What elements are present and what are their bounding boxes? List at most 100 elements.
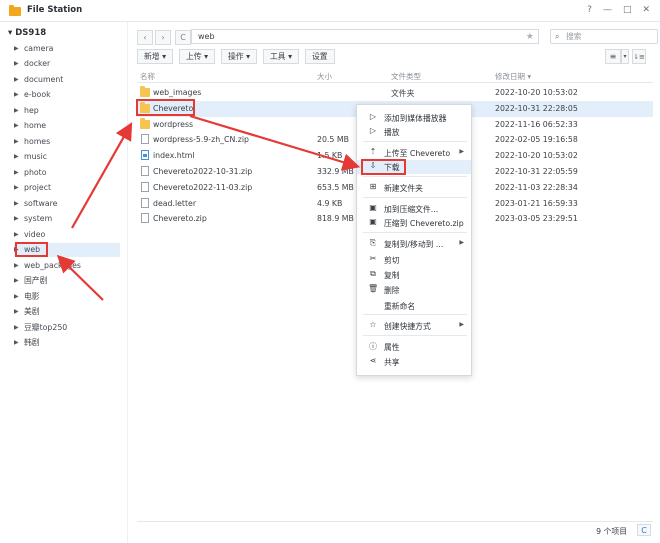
menu-item[interactable]: ⎘ 复制到/移动到 ... ▶ (357, 237, 471, 251)
forward-button[interactable]: › (155, 29, 171, 45)
refresh-button[interactable]: C (637, 524, 651, 536)
menu-item[interactable]: ▷ 添加到媒体播放器 (357, 111, 471, 125)
menu-item[interactable]: ▷ 播放 (357, 125, 471, 139)
tree-item-software[interactable]: ▶ software (14, 196, 120, 210)
expand-arrow-icon[interactable]: ▶ (14, 107, 24, 114)
view-dropdown-button[interactable]: ▾ (621, 49, 629, 64)
close-button[interactable]: ✕ (642, 5, 650, 15)
favorite-star-icon[interactable]: ★ (526, 31, 534, 44)
info-icon: ⓘ (369, 342, 377, 351)
tree-item-电影[interactable]: ▶ 电影 (14, 289, 120, 303)
menu-item[interactable]: ⓘ 属性 (357, 340, 471, 354)
expand-arrow-icon[interactable]: ▶ (14, 262, 24, 269)
tree-item-label: homes (24, 136, 51, 146)
expand-arrow-icon[interactable]: ▶ (14, 215, 24, 222)
tree-item-label: docker (24, 59, 51, 68)
tree-item-hep[interactable]: ▶ hep (14, 103, 120, 117)
back-button[interactable]: ‹ (137, 29, 153, 45)
column-type[interactable]: 文件类型 (391, 71, 421, 82)
minimize-button[interactable]: — (603, 5, 612, 15)
expand-arrow-icon[interactable]: ▶ (14, 200, 24, 207)
expand-arrow-icon[interactable]: ▶ (14, 122, 24, 129)
tree-item-homes[interactable]: ▶ homes (14, 134, 120, 148)
menu-item[interactable]: ✂ 剪切 (357, 253, 471, 267)
menu-item[interactable]: ☆ 创建快捷方式 ▶ (357, 319, 471, 333)
tree-item-home[interactable]: ▶ home (14, 119, 120, 133)
sort-button[interactable]: ⇂≡ (632, 49, 646, 64)
file-station-icon (9, 5, 21, 16)
expand-arrow-icon[interactable]: ▶ (14, 231, 24, 238)
tree-item-document[interactable]: ▶ document (14, 72, 120, 86)
star-icon: ☆ (369, 320, 377, 329)
expand-arrow-icon[interactable]: ▶ (14, 76, 24, 83)
tree-item-camera[interactable]: ▶ camera (14, 41, 120, 55)
column-modified[interactable]: 修改日期 ▾ (495, 71, 531, 82)
expand-arrow-icon[interactable]: ▶ (14, 45, 24, 52)
menu-item-label: 属性 (384, 343, 400, 352)
tree-item-label: web_packages (24, 260, 81, 270)
tree-item-美剧[interactable]: ▶ 美剧 (14, 305, 120, 319)
menu-item[interactable]: 重新命名 (357, 299, 471, 313)
create-button[interactable]: 新增 ▾ (137, 49, 173, 64)
expand-arrow-icon[interactable]: ▶ (14, 293, 24, 300)
path-field[interactable]: web ★ (191, 29, 539, 44)
expand-arrow-icon[interactable]: ▶ (14, 138, 24, 145)
expand-arrow-icon[interactable]: ▶ (14, 277, 24, 284)
menu-item[interactable]: ▣ 加到压缩文件... (357, 202, 471, 216)
file-modified: 2023-01-21 16:59:33 (495, 198, 578, 208)
expand-arrow-icon[interactable]: ▶ (14, 324, 24, 331)
settings-button[interactable]: 设置 (305, 49, 335, 64)
tree-item-web_packages[interactable]: ▶ web_packages (14, 258, 120, 272)
menu-item[interactable]: ⋖ 共享 (357, 355, 471, 369)
maximize-button[interactable]: □ (623, 5, 632, 15)
expand-arrow-icon[interactable]: ▶ (14, 308, 24, 315)
file-name: Chevereto2022-10-31.zip (153, 167, 253, 176)
tree-item-project[interactable]: ▶ project (14, 181, 120, 195)
tree-root[interactable]: ▾ DS918 (8, 28, 46, 38)
expand-arrow-icon[interactable]: ▶ (14, 169, 24, 176)
menu-item-label: 复制 (384, 271, 400, 280)
tree-item-label: 电影 (24, 291, 40, 301)
column-size[interactable]: 大小 (317, 71, 332, 82)
menu-item[interactable]: ▣ 压缩到 Chevereto.zip (357, 216, 471, 230)
search-input[interactable]: ⌕ 搜索 (550, 29, 658, 44)
tree-item-photo[interactable]: ▶ photo (14, 165, 120, 179)
annotation-box-web (15, 242, 48, 257)
tree-item-docker[interactable]: ▶ docker (14, 57, 120, 71)
menu-separator (363, 141, 467, 142)
expand-arrow-icon[interactable]: ▶ (14, 60, 24, 67)
menu-item[interactable]: ⧉ 复制 (357, 268, 471, 282)
folder-icon (140, 86, 150, 97)
tree-item-e-book[interactable]: ▶ e-book (14, 88, 120, 102)
list-view-button[interactable]: ≡ (605, 49, 621, 64)
menu-item[interactable]: ⊞ 新建文件夹 (357, 181, 471, 195)
menu-item[interactable]: 🗑 删除 (357, 283, 471, 297)
tree-item-system[interactable]: ▶ system (14, 212, 120, 226)
expand-arrow-icon[interactable]: ▶ (14, 91, 24, 98)
tree-item-label: 韩剧 (24, 338, 40, 347)
tools-button[interactable]: 工具 ▾ (263, 49, 299, 64)
menu-item-label: 加到压缩文件... (384, 205, 439, 214)
file-name: wordpress (153, 119, 194, 129)
operate-button[interactable]: 操作 ▾ (221, 49, 257, 64)
column-name[interactable]: 名称 (140, 71, 155, 82)
tree-item-国产剧[interactable]: ▶ 国产剧 (14, 274, 120, 288)
title-bar: File Station ? — □ ✕ (0, 0, 660, 22)
tree-item-music[interactable]: ▶ music (14, 150, 120, 164)
expand-arrow-icon[interactable]: ▶ (14, 339, 24, 346)
submenu-arrow-icon: ▶ (459, 321, 464, 328)
upload-button[interactable]: 上传 ▾ (179, 49, 215, 64)
refresh-path-button[interactable]: C (175, 29, 191, 45)
tree-item-video[interactable]: ▶ video (14, 227, 120, 241)
tree-item-豆瓣top250[interactable]: ▶ 豆瓣top250 (14, 320, 120, 334)
file-row[interactable]: web_images 文件夹 2022-10-20 10:53:02 (137, 85, 653, 101)
tree-item-韩剧[interactable]: ▶ 韩剧 (14, 336, 120, 350)
expand-arrow-icon[interactable]: ▶ (14, 153, 24, 160)
help-button[interactable]: ? (587, 5, 592, 15)
file-size: 332.9 MB (317, 167, 354, 176)
menu-item-label: 压缩到 Chevereto.zip (384, 219, 464, 228)
expand-arrow-icon[interactable]: ▶ (14, 184, 24, 191)
file-name: wordpress-5.9-zh_CN.zip (153, 135, 249, 145)
menu-item[interactable]: ⇡ 上传至 Chevereto ▶ (357, 146, 471, 160)
html-file-icon (141, 150, 149, 161)
